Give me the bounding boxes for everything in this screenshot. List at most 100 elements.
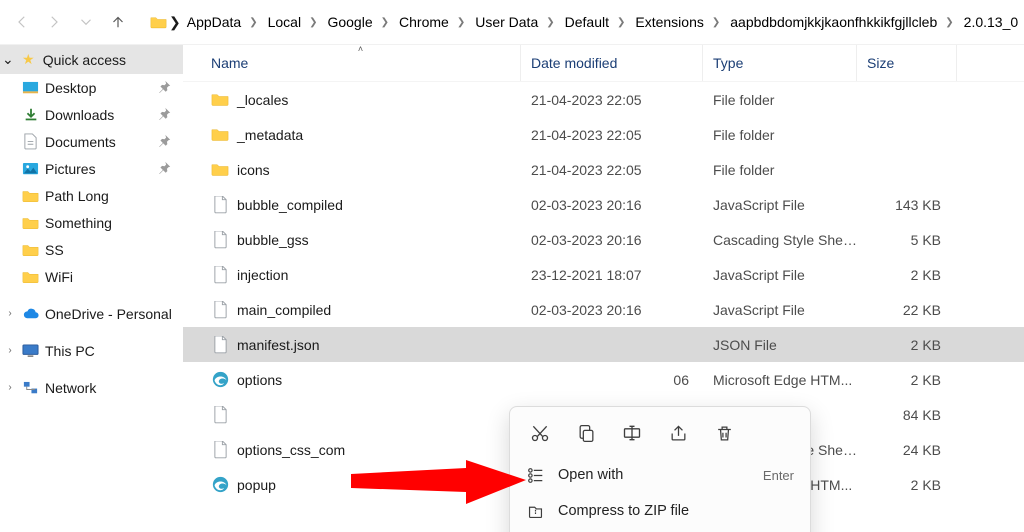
crumb[interactable]: aapbdbdomjkkjkaonfhkkikfgjllcleb❯ (726, 12, 957, 32)
rename-icon[interactable] (618, 419, 646, 447)
sidebar-item[interactable]: Something (0, 209, 183, 236)
edge-icon (211, 371, 229, 389)
crumb[interactable]: AppData❯ (183, 12, 262, 32)
table-row[interactable]: main_compiled02-03-2023 20:16JavaScript … (183, 292, 1024, 327)
sidebar-item[interactable]: Downloads (0, 101, 183, 128)
js-icon (211, 406, 229, 424)
file-date: 02-03-2023 20:16 (521, 302, 703, 318)
crumb[interactable]: Default❯ (561, 12, 630, 32)
file-type: File folder (703, 162, 857, 178)
context-compress[interactable]: Compress to ZIP file (510, 493, 810, 529)
file-type: File folder (703, 127, 857, 143)
file-date: 23-12-2021 18:07 (521, 267, 703, 283)
file-size: 2 KB (857, 372, 957, 388)
copy-icon[interactable] (572, 419, 600, 447)
chevron-right-icon[interactable]: › (4, 308, 16, 319)
js-icon (211, 266, 229, 284)
file-size: 5 KB (857, 232, 957, 248)
quick-access-label: Quick access (43, 52, 126, 68)
pictures-icon (22, 160, 39, 177)
sidebar-item-quick-access[interactable]: ⌄ ★ Quick access (0, 45, 183, 74)
crumb[interactable]: Extensions❯ (631, 12, 724, 32)
column-size[interactable]: Size (857, 45, 957, 81)
js-icon (211, 196, 229, 214)
downloads-icon (22, 106, 39, 123)
context-open-with[interactable]: Open with Enter (510, 457, 810, 493)
table-row[interactable]: injection23-12-2021 18:07JavaScript File… (183, 257, 1024, 292)
file-name: options (237, 372, 282, 388)
chevron-right-icon[interactable]: › (4, 345, 16, 356)
folder-icon (211, 91, 229, 109)
file-name: popup (237, 477, 276, 493)
share-icon[interactable] (664, 419, 692, 447)
nav-recent-button[interactable] (70, 6, 102, 38)
chevron-down-icon[interactable]: ⌄ (2, 51, 14, 68)
toolbar: ❯ AppData❯ Local❯ Google❯ Chrome❯ User D… (0, 0, 1024, 45)
table-row[interactable]: _locales21-04-2023 22:05File folder (183, 82, 1024, 117)
file-list: Name˄ Date modified Type Size _locales21… (183, 45, 1024, 532)
sidebar-item[interactable]: SS (0, 236, 183, 263)
documents-icon (22, 133, 39, 150)
folder-icon (211, 161, 229, 179)
folder-icon (22, 268, 39, 285)
cut-icon[interactable] (526, 419, 554, 447)
chevron-right-icon[interactable]: › (4, 382, 16, 393)
table-row[interactable]: manifest.json JSON File2 KB (183, 327, 1024, 362)
file-date: 06 (521, 372, 703, 388)
pc-icon (22, 342, 39, 359)
file-size: 2 KB (857, 337, 957, 353)
sidebar-item[interactable]: Path Long (0, 182, 183, 209)
delete-icon[interactable] (710, 419, 738, 447)
file-size: 22 KB (857, 302, 957, 318)
file-name: manifest.json (237, 337, 319, 353)
nav-back-button[interactable] (6, 6, 38, 38)
table-row[interactable]: bubble_compiled02-03-2023 20:16JavaScrip… (183, 187, 1024, 222)
crumb[interactable]: Chrome❯ (395, 12, 469, 32)
file-size: 2 KB (857, 477, 957, 493)
file-size: 24 KB (857, 442, 957, 458)
pin-icon (158, 134, 171, 150)
file-size: 84 KB (857, 407, 957, 423)
column-name[interactable]: Name˄ (201, 45, 521, 81)
crumb[interactable]: Google❯ (323, 12, 393, 32)
sidebar-item-onedrive[interactable]: › OneDrive - Personal (0, 300, 183, 327)
table-row[interactable]: icons21-04-2023 22:05File folder (183, 152, 1024, 187)
crumb[interactable]: User Data❯ (471, 12, 558, 32)
file-type: Cascading Style Shee... (703, 232, 857, 248)
file-type: File folder (703, 92, 857, 108)
sidebar-item[interactable]: Pictures (0, 155, 183, 182)
file-type: JSON File (703, 337, 857, 353)
file-size: 143 KB (857, 197, 957, 213)
breadcrumb[interactable]: ❯ AppData❯ Local❯ Google❯ Chrome❯ User D… (150, 12, 1018, 32)
cloud-icon (22, 305, 39, 322)
table-row[interactable]: bubble_gss02-03-2023 20:16Cascading Styl… (183, 222, 1024, 257)
table-row[interactable]: _metadata21-04-2023 22:05File folder (183, 117, 1024, 152)
file-name: injection (237, 267, 288, 283)
sidebar-item-this-pc[interactable]: › This PC (0, 337, 183, 364)
doc-icon (211, 336, 229, 354)
sidebar-item[interactable]: Desktop (0, 74, 183, 101)
column-date[interactable]: Date modified (521, 45, 703, 81)
css-icon (211, 441, 229, 459)
crumb[interactable]: Local❯ (264, 12, 322, 32)
folder-icon (22, 187, 39, 204)
sidebar-item[interactable]: WiFi (0, 263, 183, 290)
sidebar-item-network[interactable]: › Network (0, 374, 183, 401)
pin-icon (158, 161, 171, 177)
table-row[interactable]: options06Microsoft Edge HTM...2 KB (183, 362, 1024, 397)
network-icon (22, 379, 39, 396)
sidebar-item[interactable]: Documents (0, 128, 183, 155)
file-date: 21-04-2023 22:05 (521, 127, 703, 143)
file-date: 21-04-2023 22:05 (521, 162, 703, 178)
file-date: 02-03-2023 20:16 (521, 232, 703, 248)
edge-icon (211, 476, 229, 494)
column-headers: Name˄ Date modified Type Size (183, 45, 1024, 82)
file-size: 2 KB (857, 267, 957, 283)
open-with-icon (526, 466, 544, 484)
column-type[interactable]: Type (703, 45, 857, 81)
nav-up-button[interactable] (102, 6, 134, 38)
file-name: main_compiled (237, 302, 331, 318)
sidebar: ⌄ ★ Quick access DesktopDownloadsDocumen… (0, 45, 183, 532)
crumb[interactable]: 2.0.13_0❯ (960, 12, 1018, 32)
nav-forward-button[interactable] (38, 6, 70, 38)
